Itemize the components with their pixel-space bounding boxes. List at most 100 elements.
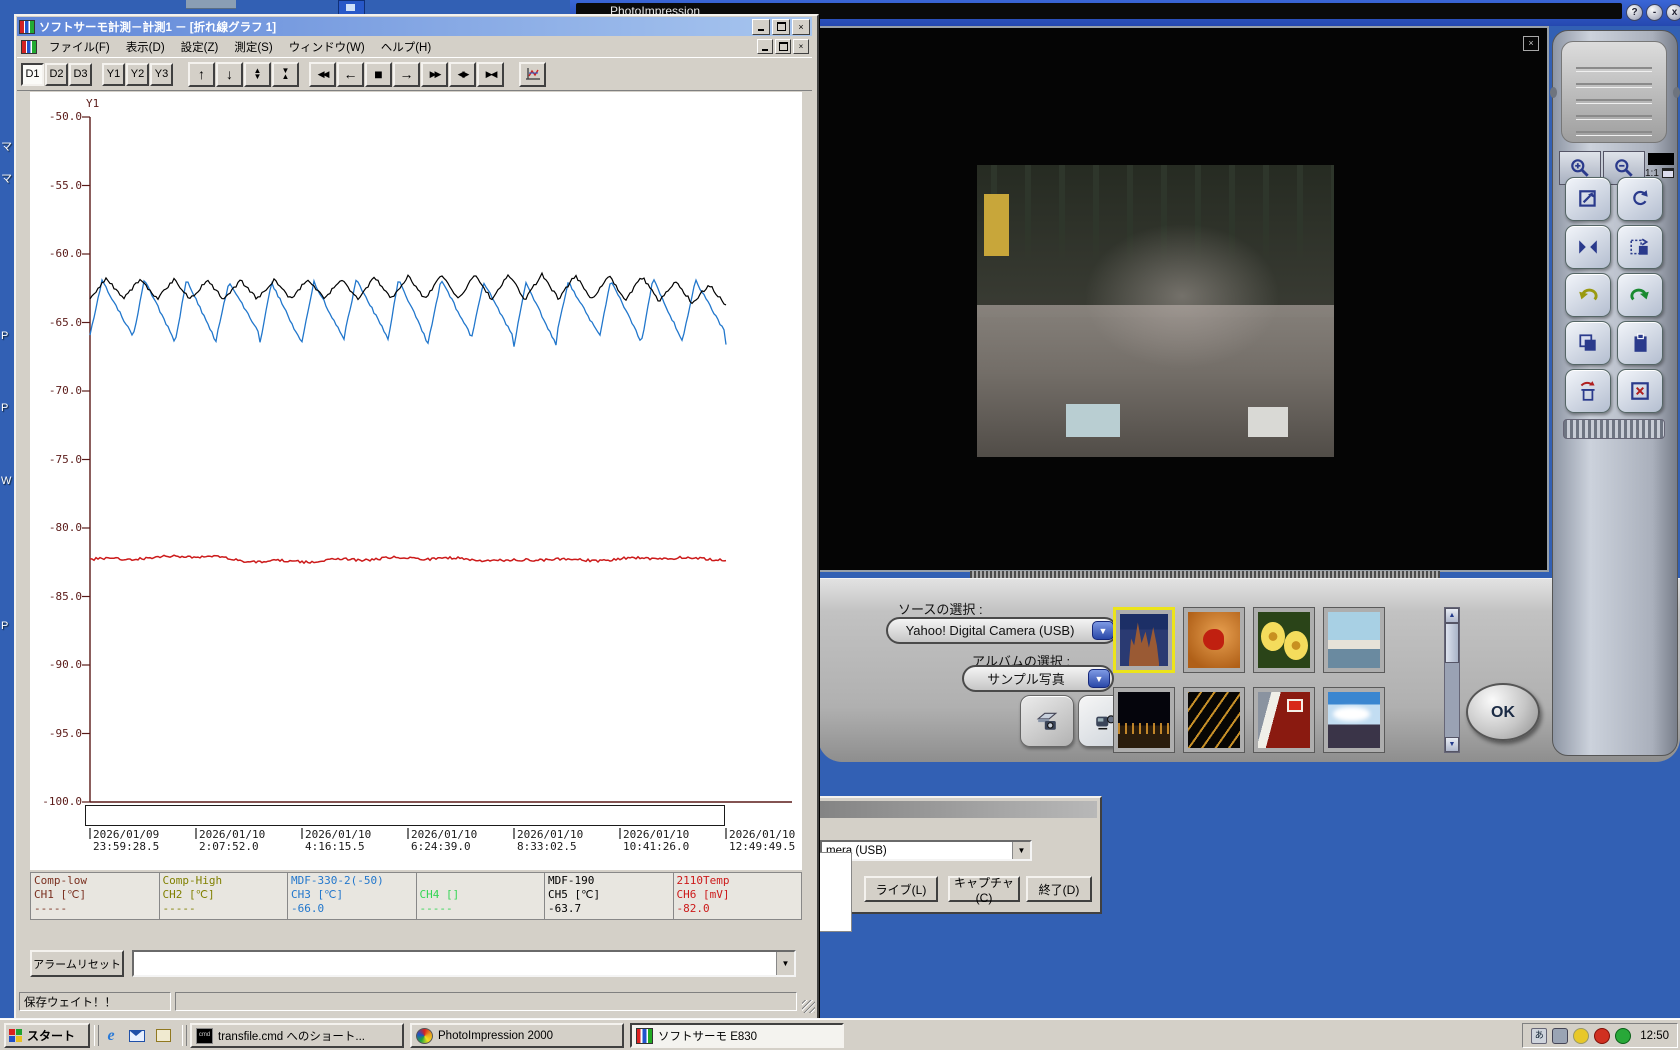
- stop-button[interactable]: ■: [365, 61, 392, 87]
- rotate-button[interactable]: [1617, 177, 1663, 221]
- window-title: ソフトサーモ計測－計測1 － [折れ線グラフ 1]: [39, 21, 277, 34]
- fit-window-icon[interactable]: [1662, 168, 1674, 178]
- scroll-down-button[interactable]: ↓: [216, 61, 243, 87]
- frame-close-button[interactable]: [1617, 369, 1663, 413]
- thumbnail-red-rock-spires[interactable]: [1113, 607, 1175, 673]
- step-backward-button[interactable]: ←: [337, 61, 364, 87]
- thumbnail-ship-bow-flag[interactable]: [1253, 687, 1315, 753]
- capture-button[interactable]: キャプチャ(C): [948, 876, 1020, 905]
- source-select-combo[interactable]: Yahoo! Digital Camera (USB) ▼: [886, 617, 1118, 644]
- menu-S[interactable]: 測定(S): [226, 39, 280, 55]
- x-axis-tick-label: 2026/01/10 10:41:26.0: [623, 829, 689, 852]
- minimize-button[interactable]: [752, 18, 770, 35]
- task-button-3[interactable]: ソフトサーモ E830: [630, 1023, 844, 1048]
- tick-date: 2026/01/10: [199, 828, 266, 841]
- close-button[interactable]: ×: [792, 18, 810, 35]
- scroll-up-button[interactable]: ↑: [188, 61, 215, 87]
- scroll-up-icon[interactable]: ▲: [1445, 608, 1459, 623]
- album-select-combo[interactable]: サンプル写真 ▼: [962, 665, 1114, 692]
- alert-icon[interactable]: [1594, 1027, 1611, 1044]
- paste-button[interactable]: [1617, 321, 1663, 365]
- channel-value: -63.7: [548, 902, 582, 915]
- chevron-down-icon[interactable]: ▼: [776, 952, 794, 975]
- resize-grip[interactable]: [802, 1000, 815, 1013]
- thumbnail-gold-light-streaks[interactable]: [1183, 687, 1245, 753]
- task-button-1[interactable]: cmd transfile.cmd へのショート...: [190, 1023, 404, 1048]
- live-button[interactable]: ライブ(L): [864, 876, 938, 902]
- data-button-D2[interactable]: D2: [45, 62, 68, 86]
- axis-button-Y1[interactable]: Y1: [102, 62, 125, 86]
- show-desktop-icon[interactable]: [152, 1024, 174, 1047]
- zoom-display: [1648, 153, 1674, 165]
- display-icon[interactable]: [1552, 1027, 1569, 1044]
- data-button-D3[interactable]: D3: [69, 62, 92, 86]
- scanner-icon: [1036, 710, 1058, 732]
- thumbnail-harbor-town[interactable]: [1323, 607, 1385, 673]
- internet-explorer-icon[interactable]: e: [100, 1024, 122, 1047]
- ok-button[interactable]: OK: [1466, 683, 1540, 741]
- menu-D[interactable]: 表示(D): [118, 39, 173, 55]
- undo-button[interactable]: [1565, 273, 1611, 317]
- exit-button[interactable]: 終了(D): [1026, 876, 1092, 902]
- compress-vertical-button[interactable]: ▼ ▲: [272, 61, 299, 87]
- expand-horizontal-button[interactable]: ◀▶: [449, 61, 476, 87]
- ship-bow-flag-image: [1258, 692, 1310, 748]
- status-icon[interactable]: [1615, 1027, 1632, 1044]
- x-axis-tick-label: 2026/01/09 23:59:28.5: [93, 829, 159, 852]
- chevron-down-icon[interactable]: ▼: [1088, 669, 1110, 688]
- resize-button[interactable]: [1565, 177, 1611, 221]
- help-button[interactable]: ?: [1626, 4, 1643, 21]
- thumbnail-clouds-over-mountain[interactable]: [1323, 687, 1385, 753]
- volume-icon[interactable]: [1573, 1027, 1590, 1044]
- chevron-down-icon[interactable]: ▼: [1092, 621, 1114, 640]
- thumbnail-night-skyline[interactable]: [1113, 687, 1175, 753]
- axis-button-Y3[interactable]: Y3: [150, 62, 173, 86]
- menu-F[interactable]: ファイル(F): [41, 39, 118, 55]
- scroll-down-icon[interactable]: ▼: [1445, 737, 1459, 752]
- mdi-minimize-button[interactable]: [757, 39, 773, 54]
- scrollbar-thumb[interactable]: [1445, 623, 1459, 663]
- menu-W[interactable]: ウィンドウ(W): [281, 39, 373, 55]
- preview-close-icon[interactable]: ×: [1523, 36, 1539, 51]
- chevron-down-icon[interactable]: ▼: [1012, 842, 1030, 859]
- step-forward-button[interactable]: →: [393, 61, 420, 87]
- fast-backward-button[interactable]: ◀◀: [309, 61, 336, 87]
- graph-settings-button[interactable]: [519, 61, 546, 87]
- restore-button[interactable]: [772, 18, 790, 35]
- thumbnail-yellow-flowers[interactable]: [1253, 607, 1315, 673]
- axis-button-Y2[interactable]: Y2: [126, 62, 149, 86]
- mdi-child-icon[interactable]: [21, 39, 37, 54]
- desktop-icon-label: マ: [1, 141, 12, 153]
- crop-rotate-button[interactable]: [1617, 225, 1663, 269]
- soft-icon: [636, 1027, 653, 1044]
- alarm-reset-button[interactable]: アラームリセット: [30, 950, 124, 977]
- delete-button[interactable]: [1565, 369, 1611, 413]
- desktop: ママPPWP PhotoImpression ? - x × ソースの選択 : Ya…: [0, 0, 1680, 1050]
- alarm-message-combo[interactable]: ▼: [132, 950, 796, 977]
- taskbar-separator: [182, 1025, 187, 1046]
- task-button-2[interactable]: PhotoImpression 2000: [410, 1023, 624, 1048]
- start-button[interactable]: スタート: [4, 1023, 90, 1048]
- mdi-restore-button[interactable]: [775, 39, 791, 54]
- desktop-icon-label: マ: [1, 173, 12, 185]
- outlook-icon[interactable]: [126, 1024, 148, 1047]
- fast-forward-button[interactable]: ▶▶: [421, 61, 448, 87]
- series-line: [89, 278, 727, 347]
- menu-Z[interactable]: 設定(Z): [173, 39, 227, 55]
- thumbnail-cardinal-bird[interactable]: [1183, 607, 1245, 673]
- copy-button[interactable]: [1565, 321, 1611, 365]
- mdi-close-button[interactable]: ×: [793, 39, 809, 54]
- mirror-button[interactable]: [1565, 225, 1611, 269]
- data-button-D1[interactable]: D1: [21, 62, 44, 86]
- title-bar[interactable]: ソフトサーモ計測－計測1 － [折れ線グラフ 1] ×: [17, 17, 812, 36]
- y-axis-tick-label: -85.0: [48, 589, 82, 603]
- compress-horizontal-button[interactable]: ▶◀: [477, 61, 504, 87]
- menu-H[interactable]: ヘルプ(H): [373, 39, 439, 55]
- acquire-scanner-button[interactable]: [1020, 695, 1074, 747]
- redo-button[interactable]: [1617, 273, 1663, 317]
- minimize-button[interactable]: -: [1646, 4, 1663, 21]
- ime-icon[interactable]: あ: [1531, 1027, 1548, 1044]
- close-button[interactable]: x: [1666, 4, 1680, 21]
- thumbnail-scrollbar[interactable]: ▲ ▼: [1444, 607, 1460, 753]
- expand-vertical-button[interactable]: ▲ ▼: [244, 61, 271, 87]
